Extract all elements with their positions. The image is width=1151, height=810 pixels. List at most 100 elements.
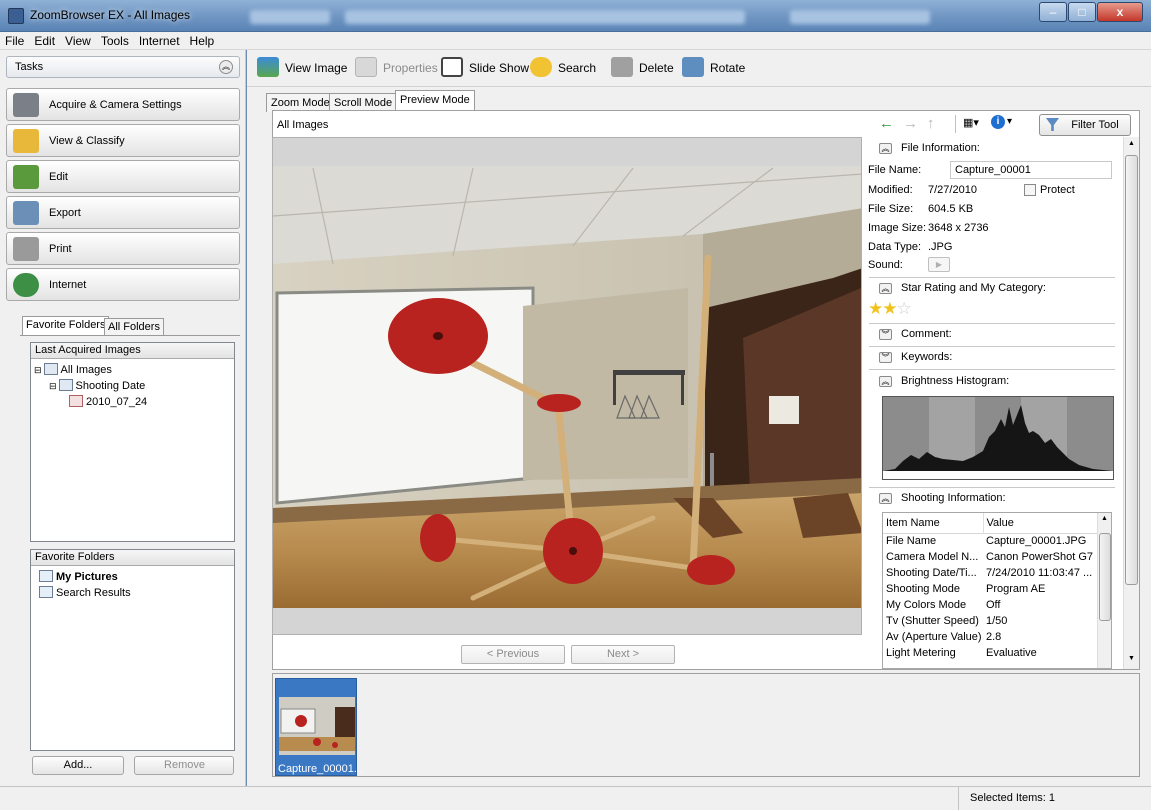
- delete-button[interactable]: Delete: [611, 56, 674, 82]
- search-button[interactable]: Search: [530, 56, 596, 82]
- rotate-button[interactable]: Rotate: [682, 56, 745, 82]
- tab-favorite-folders[interactable]: Favorite Folders: [22, 316, 110, 335]
- section-title: Star Rating and My Category:: [901, 282, 1046, 294]
- expand-icon[interactable]: ︾: [879, 329, 892, 340]
- slide-show-button[interactable]: Slide Show: [441, 56, 529, 82]
- collapse-icon[interactable]: ︽: [879, 283, 892, 294]
- tasks-header[interactable]: Tasks ︽: [6, 56, 240, 78]
- info-panel-scrollbar[interactable]: ▲ ▼: [1123, 137, 1139, 669]
- star-rating[interactable]: ★★☆: [868, 299, 912, 319]
- collapse-icon[interactable]: ︽: [879, 376, 892, 387]
- table-row[interactable]: File Name Capture_00001.JPG: [883, 533, 1097, 549]
- menu-view[interactable]: View: [60, 32, 96, 48]
- collapse-icon[interactable]: ︽: [219, 60, 233, 74]
- file-name-field[interactable]: Capture_00001: [950, 161, 1112, 179]
- file-info-section[interactable]: ︽ File Information:: [877, 139, 1123, 159]
- images-icon: [43, 363, 58, 375]
- next-button[interactable]: Next >: [571, 645, 675, 664]
- tree-header: Last Acquired Images: [31, 343, 234, 359]
- task-export-button[interactable]: Export: [6, 196, 240, 229]
- filter-tool-button[interactable]: Filter Tool: [1039, 114, 1131, 136]
- up-arrow-icon[interactable]: ↑: [927, 115, 935, 132]
- table-row[interactable]: Light Metering Evaluative: [883, 645, 1097, 661]
- modified-value: 7/27/2010: [928, 184, 977, 196]
- cell-value: Evaluative: [986, 647, 1037, 659]
- task-edit-button[interactable]: Edit: [6, 160, 240, 193]
- shooting-info-section[interactable]: ︽ Shooting Information:: [877, 489, 1123, 509]
- blurred-address: [345, 10, 745, 24]
- table-row[interactable]: Shooting Mode Program AE: [883, 581, 1097, 597]
- star-filled-icon[interactable]: ★: [882, 299, 897, 318]
- protect-checkbox[interactable]: [1024, 184, 1036, 196]
- select-menu-icon[interactable]: ▦▾: [963, 116, 979, 129]
- star-empty-icon[interactable]: ☆: [897, 299, 912, 318]
- section-title: Brightness Histogram:: [901, 375, 1010, 387]
- info-icon[interactable]: i: [991, 115, 1005, 129]
- close-button[interactable]: x: [1097, 2, 1143, 22]
- histogram-section[interactable]: ︽ Brightness Histogram:: [877, 372, 1123, 392]
- section-title: Keywords:: [901, 351, 953, 363]
- cell-name: My Colors Mode: [886, 599, 967, 611]
- task-print-button[interactable]: Print: [6, 232, 240, 265]
- play-sound-button[interactable]: ▶: [928, 257, 950, 272]
- menu-help[interactable]: Help: [185, 32, 220, 48]
- collapse-icon[interactable]: ︽: [879, 143, 892, 154]
- scroll-up-icon[interactable]: ▲: [1101, 515, 1108, 522]
- view-image-button[interactable]: View Image: [257, 56, 347, 82]
- scroll-up-icon[interactable]: ▲: [1128, 140, 1135, 147]
- star-filled-icon[interactable]: ★: [868, 299, 883, 318]
- task-internet-button[interactable]: Internet: [6, 268, 240, 301]
- cell-value: Capture_00001.JPG: [986, 535, 1087, 548]
- table-row[interactable]: Shooting Date/Ti... 7/24/2010 11:03:47 ..…: [883, 565, 1097, 581]
- slideshow-icon: [441, 57, 463, 77]
- column-header-item[interactable]: Item Name: [883, 513, 984, 533]
- tree-item-all-images[interactable]: ⊟ All Images: [34, 363, 112, 376]
- tree-label: Shooting Date: [75, 380, 146, 392]
- properties-button[interactable]: Properties: [355, 56, 438, 82]
- tree-label: 2010_07_24: [86, 396, 148, 408]
- cell-value: Program AE: [986, 583, 1046, 595]
- table-row[interactable]: My Colors Mode Off: [883, 597, 1097, 613]
- scroll-thumb[interactable]: [1099, 533, 1111, 621]
- column-header-value[interactable]: Value: [983, 513, 1097, 533]
- menu-file[interactable]: File: [0, 32, 29, 48]
- table-row[interactable]: Tv (Shutter Speed) 1/50: [883, 613, 1097, 629]
- keywords-section[interactable]: ︾ Keywords:: [877, 348, 1123, 368]
- maximize-button[interactable]: □: [1068, 2, 1096, 22]
- cell-value: 2.8: [986, 631, 1002, 643]
- tab-divider: [20, 335, 240, 336]
- left-pane: Tasks ︽ Acquire & Camera Settings View &…: [0, 50, 246, 786]
- forward-arrow-icon[interactable]: →: [903, 115, 918, 132]
- back-arrow-icon[interactable]: ←: [879, 115, 894, 132]
- scroll-down-icon[interactable]: ▼: [1128, 655, 1135, 662]
- star-rating-section[interactable]: ︽ Star Rating and My Category:: [877, 279, 1123, 299]
- tree-item-date[interactable]: 2010_07_24: [69, 395, 147, 408]
- add-button[interactable]: Add...: [32, 756, 124, 775]
- favorite-item-my-pictures[interactable]: My Pictures: [39, 570, 118, 583]
- scroll-thumb[interactable]: [1125, 155, 1138, 585]
- file-name-label: File Name:: [868, 164, 922, 176]
- remove-button[interactable]: Remove: [134, 756, 234, 775]
- thumbnail-item[interactable]: Capture_00001...: [275, 678, 363, 776]
- info-dropdown-icon[interactable]: ▾: [1007, 116, 1012, 127]
- comment-section[interactable]: ︾ Comment:: [877, 325, 1123, 345]
- minimize-button[interactable]: –: [1039, 2, 1067, 22]
- task-acquire-button[interactable]: Acquire & Camera Settings: [6, 88, 240, 121]
- expand-icon[interactable]: ︾: [879, 352, 892, 363]
- tab-all-folders[interactable]: All Folders: [104, 318, 164, 335]
- table-row[interactable]: Av (Aperture Value) 2.8: [883, 629, 1097, 645]
- collapse-icon[interactable]: ︽: [879, 493, 892, 504]
- tree-item-shooting-date[interactable]: ⊟ Shooting Date: [49, 379, 145, 392]
- app-icon[interactable]: [8, 8, 24, 24]
- table-row[interactable]: Camera Model N... Canon PowerShot G7: [883, 549, 1097, 565]
- tree-panel: Last Acquired Images ⊟ All Images ⊟ Shooti…: [30, 342, 235, 542]
- file-size-label: File Size:: [868, 203, 914, 215]
- previous-button[interactable]: < Previous: [461, 645, 565, 664]
- menu-internet[interactable]: Internet: [134, 32, 185, 48]
- menu-tools[interactable]: Tools: [96, 32, 134, 48]
- menu-edit[interactable]: Edit: [29, 32, 60, 48]
- table-scrollbar[interactable]: ▲: [1097, 513, 1111, 668]
- preview-image[interactable]: [272, 137, 862, 635]
- favorite-item-search-results[interactable]: Search Results: [39, 586, 131, 599]
- task-view-classify-button[interactable]: View & Classify: [6, 124, 240, 157]
